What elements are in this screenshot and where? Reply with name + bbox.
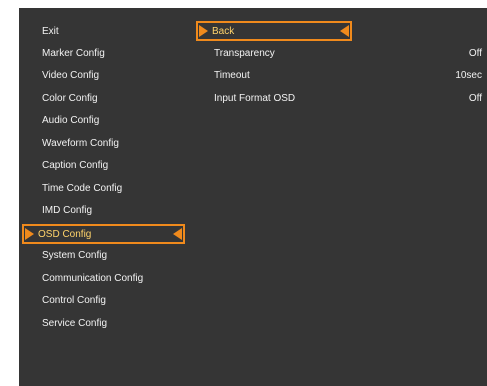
menu-item-imd-config[interactable]: IMD Config <box>42 205 92 217</box>
submenu-item-transparency[interactable]: Transparency <box>214 48 275 60</box>
menu-item-color-config[interactable]: Color Config <box>42 93 98 105</box>
menu-item-video-config[interactable]: Video Config <box>42 70 99 82</box>
menu-item-waveform-config[interactable]: Waveform Config <box>42 138 119 150</box>
menu-item-marker-config[interactable]: Marker Config <box>42 48 105 60</box>
menu-item-system-config[interactable]: System Config <box>42 250 107 262</box>
arrow-left-icon <box>173 228 182 240</box>
menu-item-time-code-config[interactable]: Time Code Config <box>42 183 122 195</box>
submenu-item-input-format-osd[interactable]: Input Format OSD <box>214 93 295 105</box>
submenu-item-back-label: Back <box>212 26 235 37</box>
menu-item-osd-config-label: OSD Config <box>38 229 92 240</box>
menu-item-exit[interactable]: Exit <box>42 26 59 38</box>
input-format-osd-value: Off <box>468 93 482 104</box>
submenu-item-timeout[interactable]: Timeout <box>214 70 250 82</box>
transparency-value: Off <box>468 48 482 59</box>
osd-menu-screen: Exit Marker Config Video Config Color Co… <box>19 8 487 386</box>
timeout-value: 10sec <box>455 70 482 81</box>
arrow-left-icon <box>340 25 349 37</box>
menu-item-caption-config[interactable]: Caption Config <box>42 160 108 172</box>
menu-item-service-config[interactable]: Service Config <box>42 318 107 330</box>
menu-item-osd-config[interactable]: OSD Config <box>22 224 185 244</box>
arrow-right-icon <box>199 25 208 37</box>
arrow-right-icon <box>25 228 34 240</box>
submenu-item-back[interactable]: Back <box>196 21 352 41</box>
menu-item-audio-config[interactable]: Audio Config <box>42 115 99 127</box>
menu-item-control-config[interactable]: Control Config <box>42 295 106 307</box>
menu-item-communication-config[interactable]: Communication Config <box>42 273 143 285</box>
